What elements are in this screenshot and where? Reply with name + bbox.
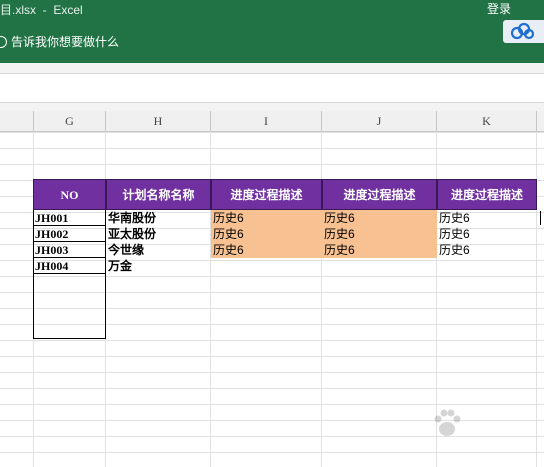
- lightbulb-icon: [0, 35, 7, 48]
- row-border: [33, 273, 106, 274]
- paw-logo-icon: [434, 409, 461, 436]
- row-border: [33, 225, 106, 226]
- tell-me-search[interactable]: 告诉我你想要做什么: [0, 33, 119, 50]
- cell-no[interactable]: JH003: [33, 242, 106, 258]
- column-header-h[interactable]: H: [106, 111, 211, 131]
- cell-progress-i[interactable]: 历史6: [211, 226, 322, 242]
- cell-progress-i[interactable]: 历史6: [211, 242, 322, 258]
- cell-progress-j[interactable]: 历史6: [322, 226, 437, 242]
- column-header-j[interactable]: J: [322, 111, 437, 131]
- column-header-k[interactable]: K: [437, 111, 537, 131]
- window-title: 目.xlsx - Excel: [0, 3, 83, 17]
- cell-progress-k[interactable]: 历史6: [437, 226, 537, 242]
- cloud-share-button[interactable]: [503, 20, 544, 43]
- column-header-i[interactable]: I: [211, 111, 322, 131]
- cell-progress-j[interactable]: 历史6: [322, 210, 437, 226]
- cell-name[interactable]: 万金: [106, 258, 211, 274]
- tell-me-label: 告诉我你想要做什么: [11, 35, 120, 49]
- cloud-icon: [510, 22, 535, 40]
- cell-name[interactable]: 亚太股份: [106, 226, 211, 242]
- column-header-row: G H I J K: [0, 111, 544, 132]
- column-header-partial[interactable]: [0, 111, 34, 131]
- cell-progress-k[interactable]: 历史6: [437, 210, 537, 226]
- table-header-plan-name[interactable]: 计划名称名称: [106, 179, 211, 210]
- table-header-progress-j[interactable]: 进度过程描述: [322, 179, 437, 210]
- sheet-top-gap: [0, 103, 544, 111]
- row-border: [33, 241, 106, 242]
- cell-no[interactable]: JH004: [33, 258, 106, 274]
- ribbon-collapsed-strip: [0, 63, 544, 74]
- cell-name[interactable]: 今世缘: [106, 242, 211, 258]
- cell-fragment-l[interactable]: [540, 211, 542, 225]
- table-header-progress-k[interactable]: 进度过程描述: [437, 179, 537, 210]
- row-border: [33, 257, 106, 258]
- table-header-progress-i[interactable]: 进度过程描述: [211, 179, 322, 210]
- cell-no[interactable]: JH002: [33, 226, 106, 242]
- cell-progress-k[interactable]: 历史6: [437, 242, 537, 258]
- watermark: [432, 405, 528, 443]
- table-header-no[interactable]: NO: [33, 179, 106, 210]
- column-header-g[interactable]: G: [34, 111, 106, 131]
- title-bar: 目.xlsx - Excel 登录 告诉我你想要做什么: [0, 0, 544, 63]
- cell-name[interactable]: 华南股份: [106, 210, 211, 226]
- formula-bar[interactable]: [0, 74, 544, 103]
- cell-progress-j[interactable]: 历史6: [322, 242, 437, 258]
- cell-progress-i[interactable]: 历史6: [211, 210, 322, 226]
- login-link[interactable]: 登录: [487, 0, 511, 17]
- cell-no[interactable]: JH001: [33, 210, 106, 226]
